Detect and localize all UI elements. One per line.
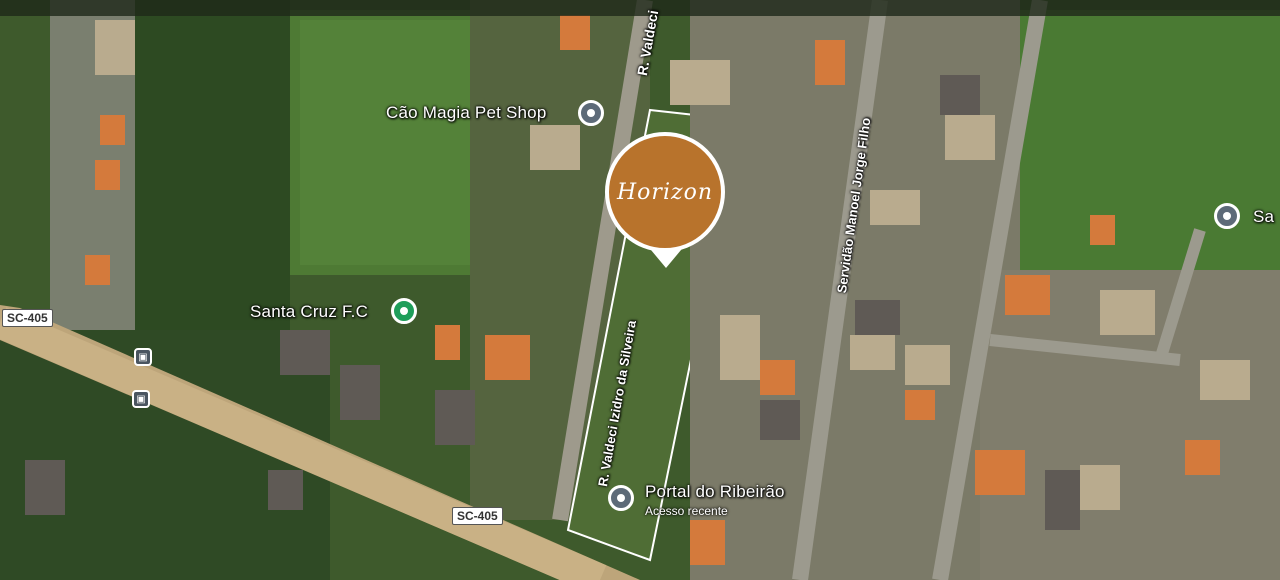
highway-shield-bottom: SC-405 <box>452 507 503 525</box>
horizon-logo-marker[interactable]: Horizon <box>605 132 725 252</box>
place-label-right-edge[interactable]: Sa <box>1253 207 1274 227</box>
location-pin-icon[interactable] <box>578 100 604 126</box>
place-label-santa-cruz[interactable]: Santa Cruz F.C <box>250 302 368 322</box>
top-status-strip <box>0 0 1280 16</box>
highway-shield-left: SC-405 <box>2 309 53 327</box>
green-place-pin-icon[interactable] <box>391 298 417 324</box>
satellite-imagery <box>0 0 1280 580</box>
logo-text: Horizon <box>617 179 713 205</box>
place-label-portal[interactable]: Portal do Ribeirão <box>645 482 785 502</box>
bus-stop-icon[interactable]: ▣ <box>134 348 152 366</box>
place-sublabel-recent: Acesso recente <box>645 504 728 518</box>
place-label-pet-shop[interactable]: Cão Magia Pet Shop <box>386 103 546 123</box>
location-pin-icon[interactable] <box>608 485 634 511</box>
satellite-map[interactable]: Horizon Cão Magia Pet Shop Santa Cruz F.… <box>0 0 1280 580</box>
bus-stop-icon[interactable]: ▣ <box>132 390 150 408</box>
location-pin-icon[interactable] <box>1214 203 1240 229</box>
